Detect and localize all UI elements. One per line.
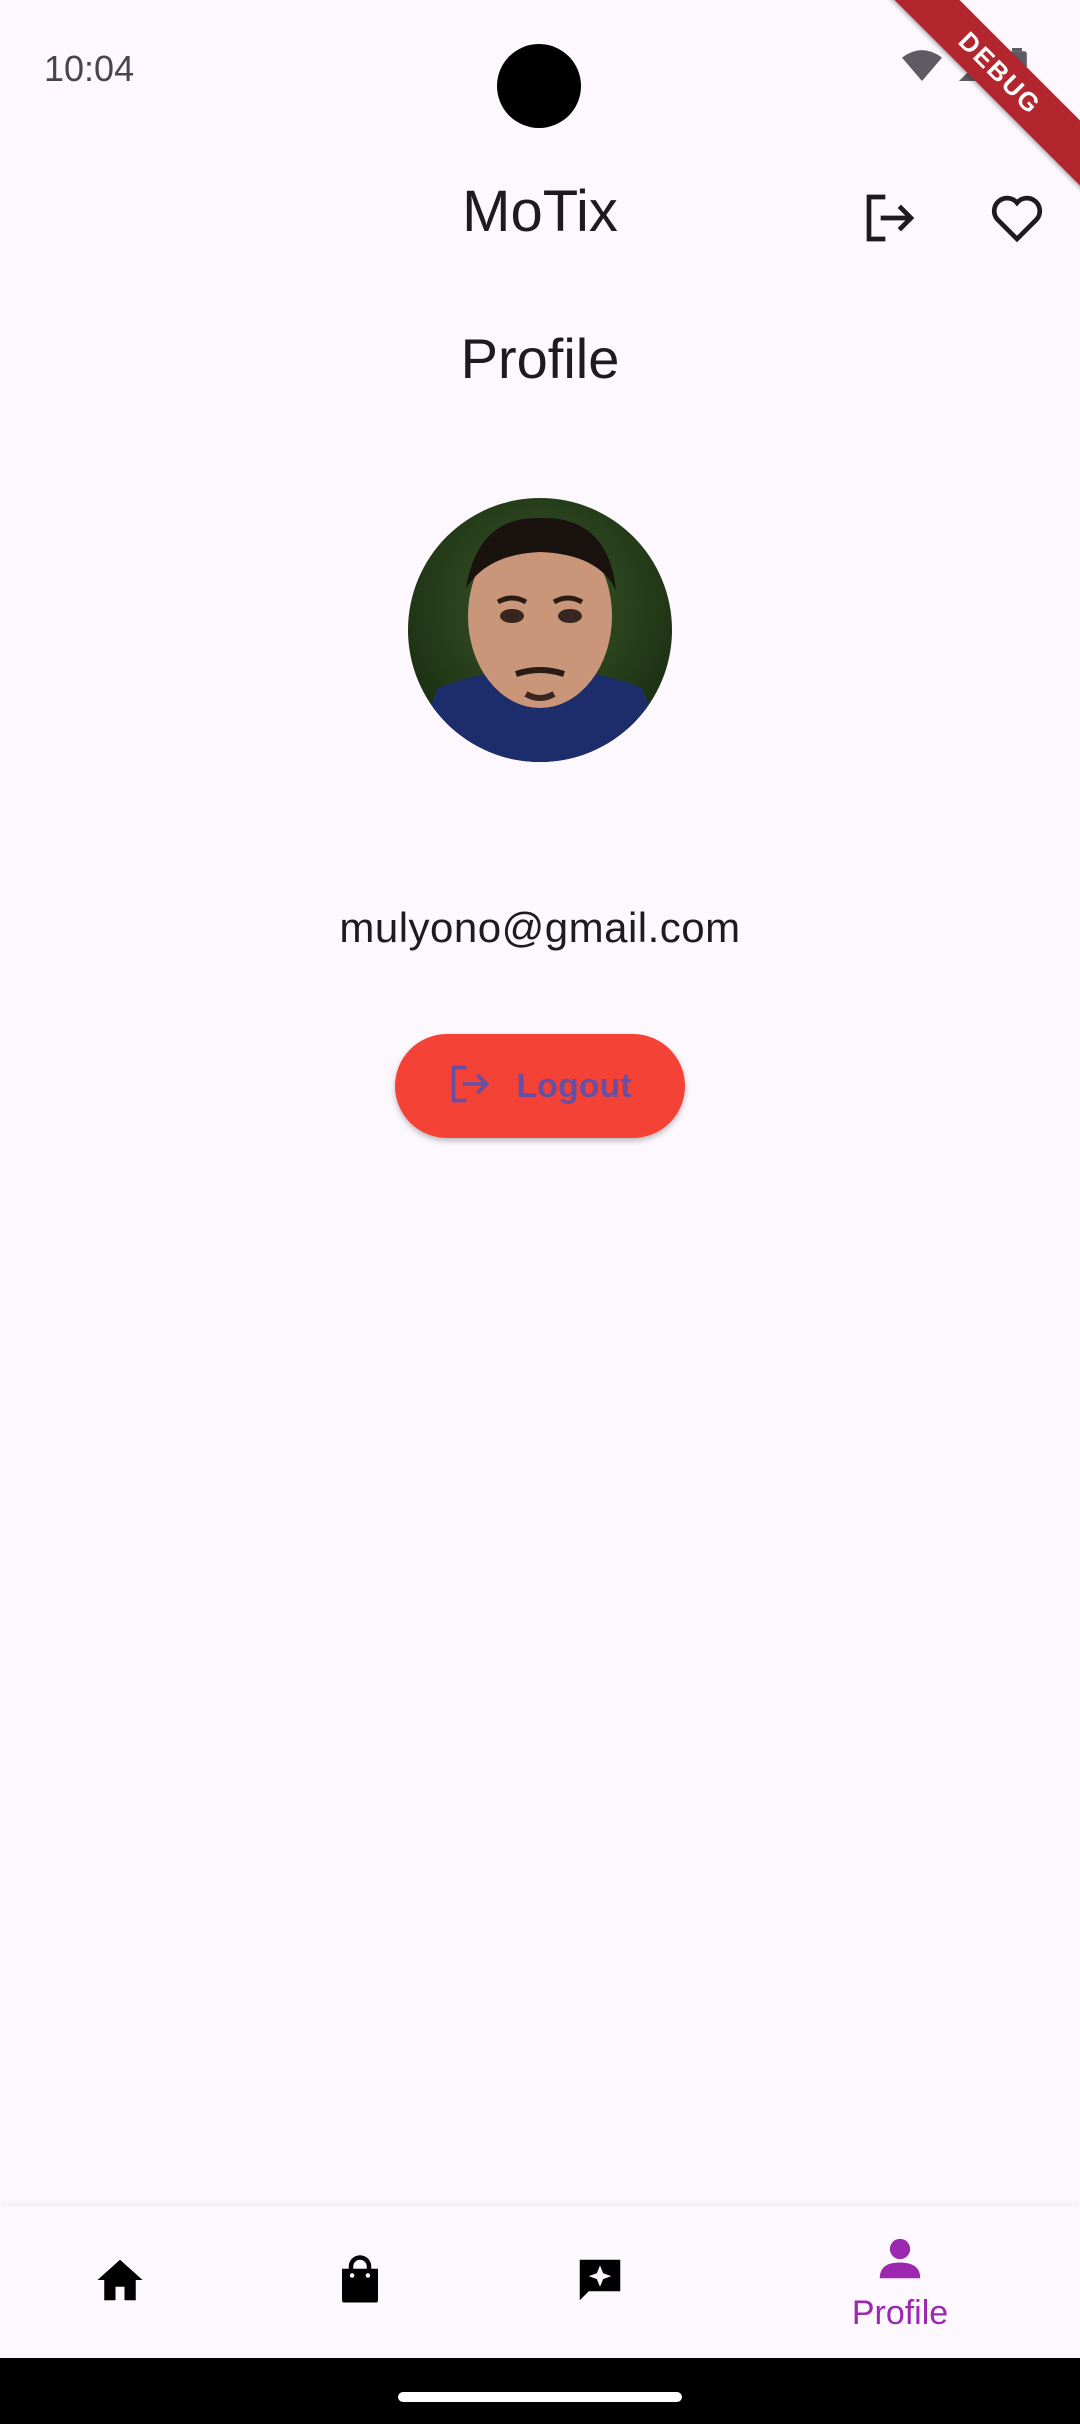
logout-icon [862,190,918,251]
logout-action-button[interactable] [850,180,930,260]
shopping-bag-icon [333,2253,387,2312]
page-title: Profile [460,327,620,390]
home-gesture-handle[interactable] [398,2392,682,2402]
status-time: 10:04 [44,48,135,89]
nav-item-shop[interactable] [300,2206,420,2358]
logout-label: Logout [516,1066,632,1105]
logout-icon [448,1062,492,1111]
camera-cutout [497,44,581,128]
wifi-icon [902,49,942,88]
nav-item-home[interactable] [60,2206,180,2358]
app-bar: MoTix [0,160,1080,270]
nav-label-profile: Profile [851,2294,949,2332]
nav-item-reviews[interactable] [540,2206,660,2358]
person-icon [873,2231,927,2290]
system-navigation-bar [0,2358,1080,2424]
review-icon [573,2253,627,2312]
user-email: mulyono@gmail.com [339,904,741,951]
favorite-action-button[interactable] [977,180,1057,260]
home-icon [93,2253,147,2312]
bottom-navigation: Profile [0,2206,1080,2358]
favorite-icon [989,190,1045,251]
avatar [408,498,672,762]
logout-button[interactable]: Logout [395,1034,685,1138]
nav-item-profile[interactable]: Profile [800,2206,1000,2358]
